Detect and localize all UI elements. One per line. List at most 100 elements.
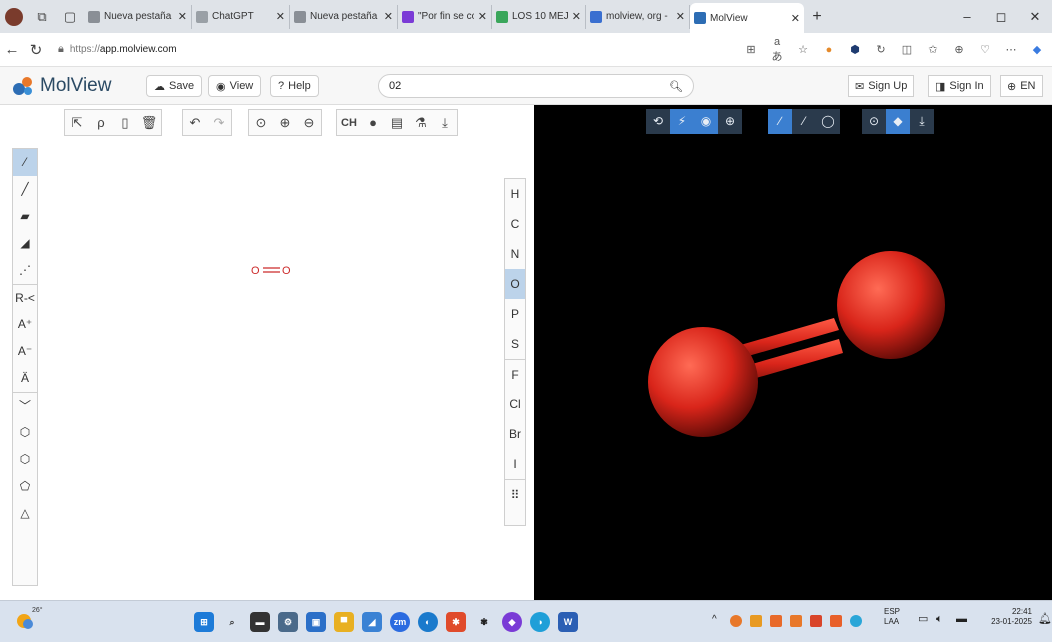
element-button-cl[interactable]: Cl bbox=[505, 389, 525, 419]
tab-close-icon[interactable]: ✕ bbox=[791, 12, 800, 25]
tab-close-icon[interactable]: ✕ bbox=[478, 10, 487, 23]
structure-search-icon[interactable]: ▤ bbox=[385, 115, 409, 131]
wedge-bond-tool[interactable]: ◢ bbox=[13, 230, 37, 257]
atom-circle-icon[interactable]: ● bbox=[361, 115, 385, 130]
periodic-table-icon[interactable]: ⠿ bbox=[505, 479, 525, 509]
element-button-i[interactable]: I bbox=[505, 449, 525, 479]
triple-bond-tool[interactable]: ▰ bbox=[13, 203, 37, 230]
tab-close-icon[interactable]: ✕ bbox=[572, 10, 581, 23]
collections-toolbar-icon[interactable]: ⊕ bbox=[952, 43, 966, 56]
tray-icon-1[interactable] bbox=[730, 615, 742, 627]
battery-icon[interactable]: ▬ bbox=[956, 614, 967, 625]
tab-close-icon[interactable]: ✕ bbox=[276, 10, 285, 23]
bond-model-icon[interactable]: ∕ bbox=[768, 109, 792, 134]
cyclopentane-tool[interactable]: ⬠ bbox=[13, 473, 37, 500]
tray-expand-icon[interactable]: ^ bbox=[712, 615, 717, 625]
weather-widget[interactable]: 26° bbox=[14, 607, 43, 635]
url-field[interactable]: 🔒︎ https://app.molview.com bbox=[58, 43, 744, 56]
lasso-tool-icon[interactable]: ρ bbox=[89, 115, 113, 130]
single-bond-tool[interactable]: ⁄ bbox=[13, 149, 37, 176]
element-button-n[interactable]: N bbox=[505, 239, 525, 269]
tray-icon-7[interactable] bbox=[850, 615, 862, 627]
browser-tab[interactable]: "Por fin se conc ✕ bbox=[398, 4, 492, 29]
file-explorer-icon[interactable]: ▀ bbox=[334, 612, 354, 632]
clock[interactable]: 22:41 23-01-2025 bbox=[980, 607, 1032, 627]
charge-plus-tool[interactable]: A⁺ bbox=[13, 311, 37, 338]
isotope-tool[interactable]: Ä bbox=[13, 365, 37, 392]
clean-structure-icon[interactable]: ⚗ bbox=[409, 115, 433, 131]
browser-tab[interactable]: LOS 10 MEJORE ✕ bbox=[492, 4, 586, 29]
favorites-icon[interactable]: ✩ bbox=[926, 43, 940, 56]
rotate-icon[interactable]: ⟲ bbox=[646, 109, 670, 134]
sign-up-button[interactable]: ✉ Sign Up bbox=[848, 75, 915, 97]
3d-viewer[interactable]: ⟲ ⚡︎ ◉ ⊕ ∕ ⁄ ◯ ⊙ ◆ ⤓ bbox=[534, 105, 1052, 600]
download-3d-icon[interactable]: ⤓ bbox=[910, 109, 934, 134]
tab-close-icon[interactable]: ✕ bbox=[178, 10, 187, 23]
language-indicator[interactable]: ESP LAA bbox=[884, 607, 900, 627]
app-icon-3[interactable]: ◆ bbox=[502, 612, 522, 632]
browser-tab-active[interactable]: MolView ✕ bbox=[690, 3, 804, 33]
app-icon-1[interactable]: ◢ bbox=[362, 612, 382, 632]
cyclopropane-tool[interactable]: △ bbox=[13, 500, 37, 527]
tray-icon-5[interactable] bbox=[810, 615, 822, 627]
element-button-s[interactable]: S bbox=[505, 329, 525, 359]
search-input[interactable]: 02 🔍︎ bbox=[378, 74, 694, 98]
volume-icon[interactable]: 🔈︎ bbox=[936, 614, 943, 625]
task-view-icon[interactable]: ▬ bbox=[250, 612, 270, 632]
edge-active-icon[interactable]: ◑ bbox=[530, 612, 550, 632]
trash-icon[interactable]: 🗑︎ bbox=[137, 115, 161, 131]
element-button-o[interactable]: O bbox=[505, 269, 525, 299]
browser-tab[interactable]: Nueva pestaña ✕ bbox=[84, 4, 192, 29]
r-group-tool[interactable]: R-< bbox=[13, 284, 37, 311]
network-icon[interactable]: ▭ bbox=[918, 614, 928, 625]
shield-extension-icon[interactable]: ⬢ bbox=[848, 43, 862, 56]
browser-tab[interactable]: molview, org - ✕ bbox=[586, 4, 690, 29]
close-window-button[interactable]: ✕ bbox=[1018, 9, 1052, 25]
minimize-button[interactable]: – bbox=[950, 9, 984, 25]
center-view-icon[interactable]: ⊙ bbox=[862, 109, 886, 134]
cyclohexane-tool[interactable]: ⬡ bbox=[13, 446, 37, 473]
hydrogens-button[interactable]: CH bbox=[337, 117, 361, 129]
tray-icon-6[interactable] bbox=[830, 615, 842, 627]
profile-avatar[interactable] bbox=[0, 0, 28, 33]
molview-logo[interactable]: MolView bbox=[12, 75, 111, 97]
store-icon[interactable]: ▣ bbox=[306, 612, 326, 632]
favorite-star-icon[interactable]: ☆ bbox=[796, 43, 810, 56]
clipboard-icon[interactable]: ▯ bbox=[113, 115, 137, 131]
surface-icon[interactable]: ◯ bbox=[816, 109, 840, 134]
lightning-icon[interactable]: ⚡︎ bbox=[670, 109, 694, 134]
globe-model-icon[interactable]: ⊕ bbox=[718, 109, 742, 134]
new-tab-button[interactable]: + bbox=[804, 8, 830, 26]
center-icon[interactable]: ⊙ bbox=[249, 115, 273, 131]
read-aloud-icon[interactable]: aあ bbox=[770, 36, 784, 64]
restore-button[interactable]: ◻ bbox=[984, 9, 1018, 25]
view-menu-button[interactable]: ◉ View bbox=[208, 75, 262, 97]
notification-bell-icon[interactable]: 🔔︎ bbox=[1038, 614, 1052, 625]
element-button-br[interactable]: Br bbox=[505, 419, 525, 449]
search-icon[interactable]: 🔍︎ bbox=[669, 80, 683, 93]
zoom-icon[interactable]: zm bbox=[390, 612, 410, 632]
sign-in-button[interactable]: ◨ Sign In bbox=[928, 75, 991, 97]
element-button-h[interactable]: H bbox=[505, 179, 525, 209]
split-screen-icon[interactable]: ◫ bbox=[900, 43, 914, 56]
chatgpt-icon[interactable]: ✾ bbox=[474, 612, 494, 632]
collections-icon[interactable]: ⧉ bbox=[28, 0, 56, 33]
language-button[interactable]: ⊕ EN bbox=[1000, 75, 1043, 97]
stick-model-icon[interactable]: ⁄ bbox=[792, 109, 816, 134]
start-icon[interactable]: ⊞ bbox=[194, 612, 214, 632]
ball-stick-icon[interactable]: ◉ bbox=[694, 109, 718, 134]
edge-icon[interactable]: ◐ bbox=[418, 612, 438, 632]
tray-icon-3[interactable] bbox=[770, 615, 782, 627]
search-taskbar-icon[interactable]: ⌕ bbox=[222, 612, 242, 632]
app-icon-2[interactable]: ✱ bbox=[446, 612, 466, 632]
tray-icon-4[interactable] bbox=[790, 615, 802, 627]
zoom-out-icon[interactable]: ⊖ bbox=[297, 115, 321, 131]
extension-icon[interactable]: ● bbox=[822, 44, 836, 56]
undo-icon[interactable]: ↶ bbox=[183, 115, 207, 131]
tray-icon-2[interactable] bbox=[750, 615, 762, 627]
browser-tab[interactable]: Nueva pestaña ✕ bbox=[290, 4, 398, 29]
settings-taskbar-icon[interactable]: ⚙ bbox=[278, 612, 298, 632]
tab-close-icon[interactable]: ✕ bbox=[384, 10, 393, 23]
copilot-icon[interactable]: ◆ bbox=[1030, 43, 1044, 56]
hash-bond-tool[interactable]: ⋰ bbox=[13, 257, 37, 284]
